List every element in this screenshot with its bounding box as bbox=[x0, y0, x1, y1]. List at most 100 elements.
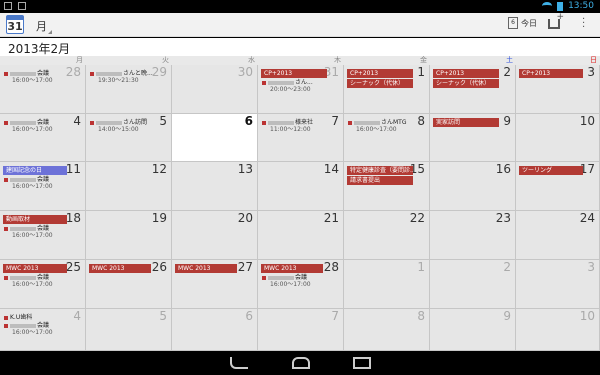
overflow-menu-icon[interactable]: · · · bbox=[582, 15, 586, 33]
holiday-bar[interactable]: 建国記念の日 bbox=[3, 166, 67, 175]
day-cell[interactable]: 7 bbox=[258, 309, 344, 351]
calendar-event[interactable]: 会議 16:00～17:00 bbox=[4, 274, 53, 288]
day-cell[interactable]: 23 bbox=[430, 211, 516, 260]
calendar-event[interactable]: さん訪問 14:00～15:00 bbox=[90, 119, 147, 133]
day-cell[interactable]: 18 動画取材 会議 16:00～17:00 bbox=[0, 211, 86, 260]
day-cell[interactable]: 13 bbox=[172, 162, 258, 211]
calendar-event[interactable]: 様来社 11:00～12:00 bbox=[262, 119, 313, 133]
redacted-text bbox=[268, 275, 294, 280]
redacted-text bbox=[10, 226, 36, 231]
day-number: 18 bbox=[65, 211, 81, 225]
day-cell[interactable]: 3 bbox=[516, 260, 600, 309]
calendar-event[interactable]: 会議 16:00～17:00 bbox=[4, 70, 53, 84]
redacted-text bbox=[10, 275, 36, 280]
day-cell[interactable]: 4 会議 16:00～17:00 bbox=[0, 114, 86, 162]
day-cell[interactable]: 10 bbox=[516, 114, 600, 162]
day-cell[interactable]: 1 CP+2013 シーナック（代休） bbox=[344, 65, 430, 114]
day-cell[interactable]: 8 bbox=[344, 309, 430, 351]
event-bar[interactable]: 動画取材 bbox=[3, 215, 67, 224]
day-cell[interactable]: 19 bbox=[86, 211, 172, 260]
day-cell[interactable]: 21 bbox=[258, 211, 344, 260]
day-cell[interactable]: 6 bbox=[172, 309, 258, 351]
day-cell[interactable]: 4 K.U歯科 会議 16:00～17:00 bbox=[0, 309, 86, 351]
day-cell[interactable]: 17 ツーリング bbox=[516, 162, 600, 211]
calendar-event[interactable]: さん... 20:00～23:00 bbox=[262, 79, 313, 93]
recent-apps-icon[interactable] bbox=[353, 357, 371, 369]
event-bar[interactable]: 実家訪問 bbox=[433, 118, 499, 127]
day-cell[interactable]: 30 bbox=[172, 65, 258, 114]
event-bar[interactable]: CP+2013 bbox=[519, 69, 583, 78]
event-bar[interactable]: MWC 2013 bbox=[175, 264, 237, 273]
redacted-text bbox=[96, 120, 122, 125]
day-cell[interactable]: 5 bbox=[86, 309, 172, 351]
clock: 13:50 bbox=[568, 1, 594, 11]
calendar-event[interactable]: 会議 16:00～17:00 bbox=[262, 274, 311, 288]
day-number: 2 bbox=[503, 65, 511, 79]
home-icon[interactable] bbox=[292, 357, 310, 369]
day-number: 3 bbox=[587, 65, 595, 79]
event-bar[interactable]: ツーリング bbox=[519, 166, 583, 175]
day-cell[interactable]: 20 bbox=[172, 211, 258, 260]
day-number: 29 bbox=[151, 65, 167, 79]
event-color-icon bbox=[348, 120, 352, 125]
calendar-event[interactable]: さんMTG 16:00～17:00 bbox=[348, 119, 407, 133]
event-time: 14:00～15:00 bbox=[98, 126, 139, 133]
day-cell[interactable]: 2 bbox=[430, 260, 516, 309]
day-cell[interactable]: 26 MWC 2013 bbox=[86, 260, 172, 309]
event-time: 16:00～17:00 bbox=[12, 77, 53, 84]
day-cell-today[interactable]: 6 bbox=[172, 114, 258, 162]
calendar-event[interactable]: 会議 16:00～17:00 bbox=[4, 322, 53, 336]
event-bar[interactable]: シーナック（代休） bbox=[347, 79, 413, 88]
today-button[interactable]: 6 今日 bbox=[508, 17, 537, 29]
day-cell[interactable]: 1 bbox=[344, 260, 430, 309]
day-cell[interactable]: 3 CP+2013 bbox=[516, 65, 600, 114]
calendar-event[interactable]: 会議 16:00～17:00 bbox=[4, 225, 53, 239]
day-cell[interactable]: 16 bbox=[430, 162, 516, 211]
back-icon[interactable] bbox=[230, 357, 248, 369]
day-cell[interactable]: 8 さんMTG 16:00～17:00 bbox=[344, 114, 430, 162]
add-event-icon[interactable] bbox=[548, 12, 564, 29]
event-bar[interactable]: CP+2013 bbox=[433, 69, 499, 78]
calendar-event[interactable]: さんと晩... 19:30～21:30 bbox=[90, 70, 153, 84]
day-cell[interactable]: 12 bbox=[86, 162, 172, 211]
event-bar[interactable]: 請求書提出 bbox=[347, 176, 413, 185]
event-bar[interactable]: MWC 2013 bbox=[261, 264, 323, 273]
calendar-app-icon[interactable]: 31 bbox=[6, 15, 24, 34]
event-bar[interactable]: MWC 2013 bbox=[3, 264, 67, 273]
day-cell[interactable]: 9 実家訪問 bbox=[430, 114, 516, 162]
day-cell[interactable]: 7 様来社 11:00～12:00 bbox=[258, 114, 344, 162]
day-cell[interactable]: 2 CP+2013 シーナック（代休） bbox=[430, 65, 516, 114]
event-bar[interactable]: シーナック（代休） bbox=[433, 79, 499, 88]
view-mode-dropdown[interactable]: 月 bbox=[36, 18, 52, 34]
event-bar[interactable]: 特定健康診査（要問診... bbox=[347, 166, 413, 175]
day-number: 30 bbox=[237, 65, 253, 79]
calendar-event[interactable]: 会議 16:00～17:00 bbox=[4, 176, 53, 190]
redacted-text bbox=[10, 120, 36, 125]
day-cell[interactable]: 14 bbox=[258, 162, 344, 211]
event-title: 会議 bbox=[37, 176, 50, 183]
day-cell[interactable]: 5 さん訪問 14:00～15:00 bbox=[86, 114, 172, 162]
day-cell[interactable]: 24 bbox=[516, 211, 600, 260]
day-cell[interactable]: 25 MWC 2013 会議 16:00～17:00 bbox=[0, 260, 86, 309]
event-title: さんと晩... bbox=[123, 70, 153, 77]
event-bar[interactable]: CP+2013 bbox=[261, 69, 327, 78]
day-cell[interactable]: 22 bbox=[344, 211, 430, 260]
day-cell[interactable]: 29 さんと晩... 19:30～21:30 bbox=[86, 65, 172, 114]
calendar-event[interactable]: K.U歯科 bbox=[4, 314, 32, 321]
day-cell[interactable]: 27 MWC 2013 bbox=[172, 260, 258, 309]
day-cell[interactable]: 28 MWC 2013 会議 16:00～17:00 bbox=[258, 260, 344, 309]
day-cell[interactable]: 9 bbox=[430, 309, 516, 351]
day-number: 4 bbox=[73, 114, 81, 128]
calendar-event[interactable]: 会議 16:00～17:00 bbox=[4, 119, 53, 133]
weekday-fri: 金 bbox=[420, 56, 427, 64]
day-cell[interactable]: 11 建国記念の日 会議 16:00～17:00 bbox=[0, 162, 86, 211]
day-cell[interactable]: 10 bbox=[516, 309, 600, 351]
day-cell[interactable]: 28 会議 16:00～17:00 bbox=[0, 65, 86, 114]
day-number: 9 bbox=[503, 114, 511, 128]
day-cell[interactable]: 15 特定健康診査（要問診... 請求書提出 bbox=[344, 162, 430, 211]
day-cell[interactable]: 31 CP+2013 さん... 20:00～23:00 bbox=[258, 65, 344, 114]
event-color-icon bbox=[4, 226, 8, 231]
day-number: 10 bbox=[579, 309, 595, 323]
event-bar[interactable]: MWC 2013 bbox=[89, 264, 151, 273]
event-bar[interactable]: CP+2013 bbox=[347, 69, 413, 78]
